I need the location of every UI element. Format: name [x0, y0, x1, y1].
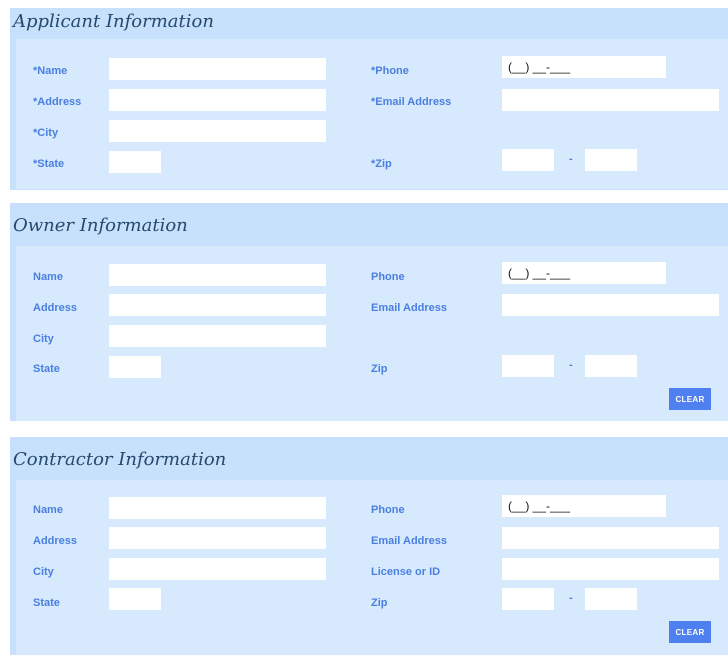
contractor-zip-ext-input[interactable] [585, 588, 637, 610]
applicant-phone-label: *Phone [371, 65, 409, 77]
contractor-form-panel: Name Address City State Phone Email Addr… [16, 480, 728, 655]
owner-name-input[interactable] [109, 264, 326, 286]
contractor-address-label: Address [33, 535, 78, 547]
owner-city-input[interactable] [109, 325, 326, 347]
applicant-email-input[interactable] [502, 89, 719, 111]
contractor-state-label: State [33, 597, 60, 609]
owner-section-title: Owner Information [13, 215, 188, 236]
contractor-state-input[interactable] [109, 588, 161, 610]
applicant-section-title: Applicant Information [13, 11, 214, 32]
contractor-zip-separator: - [569, 592, 573, 604]
contractor-name-label: Name [33, 504, 63, 516]
owner-email-label: Email Address [371, 302, 448, 314]
applicant-address-label: *Address [33, 96, 82, 108]
applicant-section: Applicant Information *Name *Address *Ci… [10, 8, 728, 190]
owner-form-panel: Name Address City State Phone Email Addr… [16, 246, 728, 421]
applicant-phone-input[interactable] [502, 56, 666, 78]
applicant-name-input[interactable] [109, 58, 326, 80]
contractor-city-label: City [33, 566, 54, 578]
owner-section: Owner Information Name Address City Stat… [10, 203, 728, 421]
contractor-phone-label: Phone [371, 504, 405, 516]
owner-zip-label: Zip [371, 363, 388, 375]
owner-email-input[interactable] [502, 294, 719, 316]
contractor-email-label: Email Address [371, 535, 448, 547]
applicant-city-input[interactable] [109, 120, 326, 142]
contractor-name-input[interactable] [109, 497, 326, 519]
contractor-city-input[interactable] [109, 558, 326, 580]
contractor-zip-input[interactable] [502, 588, 554, 610]
owner-state-input[interactable] [109, 356, 161, 378]
contractor-section-title: Contractor Information [13, 449, 227, 470]
owner-address-input[interactable] [109, 294, 326, 316]
contractor-clear-button[interactable]: CLEAR [669, 621, 711, 643]
owner-address-label: Address [33, 302, 78, 314]
owner-phone-label: Phone [371, 271, 405, 283]
applicant-zip-ext-input[interactable] [585, 149, 637, 171]
contractor-zip-label: Zip [371, 597, 388, 609]
owner-state-label: State [33, 363, 60, 375]
applicant-form-panel: *Name *Address *City *State *Phone *Emai… [16, 39, 728, 189]
contractor-phone-input[interactable] [502, 495, 666, 517]
contractor-section: Contractor Information Name Address City… [10, 437, 728, 655]
applicant-state-label: *State [33, 158, 65, 170]
applicant-zip-input[interactable] [502, 149, 554, 171]
owner-zip-ext-input[interactable] [585, 355, 637, 377]
applicant-zip-separator: - [569, 153, 573, 165]
contractor-license-label: License or ID [371, 566, 441, 578]
applicant-zip-label: *Zip [371, 158, 392, 170]
owner-clear-button[interactable]: CLEAR [669, 388, 711, 410]
contractor-license-input[interactable] [502, 558, 719, 580]
owner-name-label: Name [33, 271, 63, 283]
contractor-email-input[interactable] [502, 527, 719, 549]
applicant-name-label: *Name [33, 65, 68, 77]
owner-phone-input[interactable] [502, 262, 666, 284]
applicant-address-input[interactable] [109, 89, 326, 111]
applicant-email-label: *Email Address [371, 96, 452, 108]
contractor-address-input[interactable] [109, 527, 326, 549]
owner-zip-input[interactable] [502, 355, 554, 377]
applicant-state-input[interactable] [109, 151, 161, 173]
applicant-city-label: *City [33, 127, 59, 139]
owner-city-label: City [33, 333, 54, 345]
owner-zip-separator: - [569, 359, 573, 371]
